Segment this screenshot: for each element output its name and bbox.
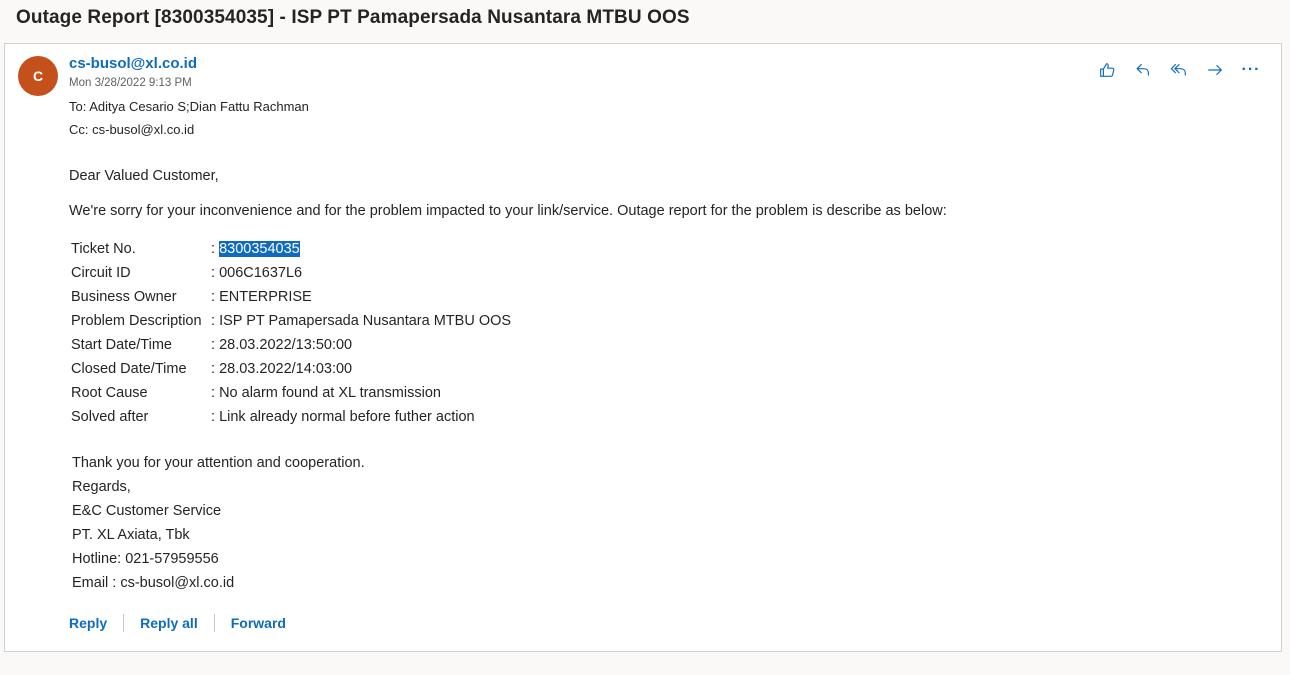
- details-separator: :: [211, 241, 220, 257]
- details-value: 28.03.2022/14:03:00: [219, 361, 353, 377]
- details-value: 006C1637L6: [219, 265, 303, 281]
- details-separator: :: [211, 385, 220, 401]
- closing-line: PT. XL Axiata, Tbk: [72, 527, 190, 543]
- details-value-cell: : 28.03.2022/14:03:00: [211, 357, 511, 381]
- recipients-cc[interactable]: Cc: cs-busol@xl.co.id: [69, 122, 194, 137]
- details-separator: :: [211, 289, 220, 305]
- details-row: Ticket No. : 8300354035: [71, 237, 511, 261]
- details-row: Root Cause : No alarm found at XL transm…: [71, 381, 511, 405]
- email-subject: Outage Report [8300354035] - ISP PT Pama…: [16, 7, 690, 28]
- details-separator: :: [211, 265, 220, 281]
- details-label: Start Date/Time: [71, 337, 172, 353]
- message-card: C cs-busol@xl.co.id Mon 3/28/2022 9:13 P…: [4, 43, 1282, 652]
- greeting-text: Dear Valued Customer,: [69, 168, 219, 184]
- details-label: Problem Description: [71, 313, 202, 329]
- more-actions-button[interactable]: ···: [1239, 58, 1263, 82]
- details-separator: :: [211, 361, 220, 377]
- forward-button[interactable]: Forward: [231, 615, 286, 631]
- sender-avatar[interactable]: C: [18, 56, 58, 96]
- reply-all-button[interactable]: Reply all: [140, 615, 198, 631]
- details-value-cell: : No alarm found at XL transmission: [211, 381, 511, 405]
- details-label: Ticket No.: [71, 241, 136, 257]
- details-value-cell: : ENTERPRISE: [211, 285, 511, 309]
- forward-icon-button[interactable]: [1203, 58, 1227, 82]
- details-row: Problem Description : ISP PT Pamapersada…: [71, 309, 511, 333]
- details-label: Root Cause: [71, 385, 148, 401]
- outage-details-table: Ticket No. : 8300354035 Circuit ID : 006…: [71, 237, 511, 429]
- details-value: Link already normal before futher action: [219, 409, 475, 425]
- details-row: Closed Date/Time : 28.03.2022/14:03:00: [71, 357, 511, 381]
- reply-icon-button[interactable]: [1131, 58, 1155, 82]
- details-separator: :: [211, 337, 220, 353]
- details-value-cell: : 28.03.2022/13:50:00: [211, 333, 511, 357]
- forward-icon: [1208, 64, 1222, 76]
- ticket-number-selected[interactable]: 8300354035: [219, 241, 300, 257]
- details-label: Circuit ID: [71, 265, 131, 281]
- details-label: Closed Date/Time: [71, 361, 187, 377]
- closing-line: E&C Customer Service: [72, 503, 222, 519]
- reply-icon: [1136, 64, 1149, 76]
- details-row: Circuit ID : 006C1637L6: [71, 261, 511, 285]
- details-value-cell: : 006C1637L6: [211, 261, 511, 285]
- reply-button[interactable]: Reply: [69, 615, 107, 631]
- closing-line: Email : cs-busol@xl.co.id: [72, 575, 235, 591]
- reply-all-icon: [1170, 64, 1186, 76]
- details-separator: :: [211, 409, 220, 425]
- details-value: No alarm found at XL transmission: [219, 385, 441, 401]
- details-value: ENTERPRISE: [219, 289, 312, 305]
- details-label: Business Owner: [71, 289, 177, 305]
- details-value-cell: : 8300354035: [211, 237, 511, 261]
- divider: [123, 614, 125, 632]
- details-row: Start Date/Time : 28.03.2022/13:50:00: [71, 333, 511, 357]
- closing-line: Regards,: [72, 479, 131, 495]
- like-button[interactable]: [1095, 58, 1119, 82]
- details-separator: :: [211, 313, 220, 329]
- closing-signature: Thank you for your attention and coopera…: [72, 451, 365, 595]
- sender-address[interactable]: cs-busol@xl.co.id: [69, 55, 197, 72]
- divider: [213, 614, 215, 632]
- intro-text: We're sorry for your inconvenience and f…: [69, 203, 947, 219]
- closing-line: Hotline: 021-57959556: [72, 551, 219, 567]
- details-value-cell: : Link already normal before futher acti…: [211, 405, 511, 429]
- message-date: Mon 3/28/2022 9:13 PM: [69, 77, 192, 89]
- reply-footer: Reply Reply all Forward: [69, 614, 286, 632]
- details-value: ISP PT Pamapersada Nusantara MTBU OOS: [219, 313, 512, 329]
- recipients-to[interactable]: To: Aditya Cesario S;Dian Fattu Rachman: [69, 99, 309, 114]
- details-label: Solved after: [71, 409, 149, 425]
- closing-line: Thank you for your attention and coopera…: [72, 455, 365, 471]
- details-value-cell: : ISP PT Pamapersada Nusantara MTBU OOS: [211, 309, 511, 333]
- message-actions: ···: [1095, 58, 1263, 82]
- details-row: Solved after : Link already normal befor…: [71, 405, 511, 429]
- details-value: 28.03.2022/13:50:00: [219, 337, 353, 353]
- details-row: Business Owner : ENTERPRISE: [71, 285, 511, 309]
- reply-all-icon-button[interactable]: [1167, 58, 1191, 82]
- thumbs-up-icon: [1100, 63, 1115, 77]
